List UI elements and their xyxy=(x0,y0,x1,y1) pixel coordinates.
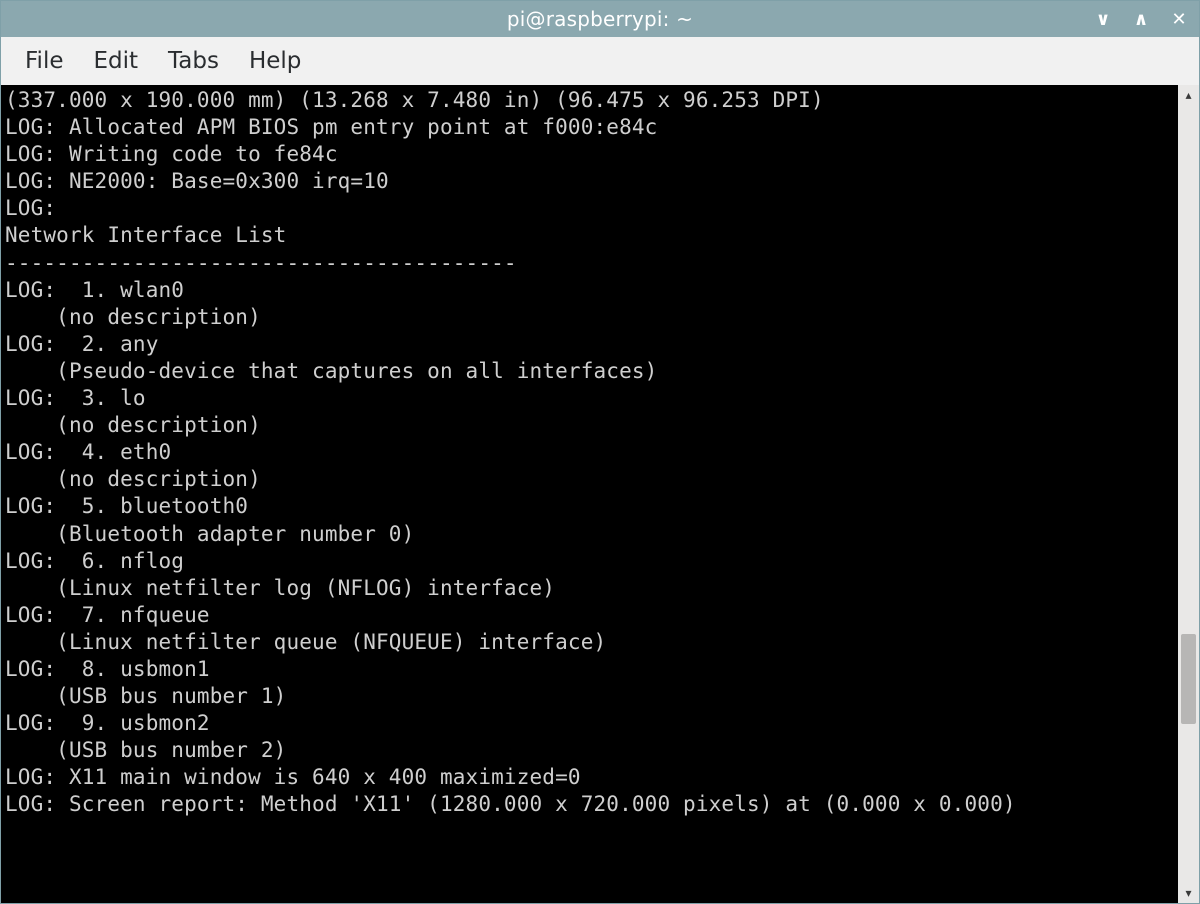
menu-tabs[interactable]: Tabs xyxy=(156,44,231,78)
window-controls: ∨ ∧ ✕ xyxy=(1093,1,1189,37)
menu-bar: File Edit Tabs Help xyxy=(1,37,1199,85)
scrollbar[interactable]: ▴ ▾ xyxy=(1178,85,1199,903)
menu-help[interactable]: Help xyxy=(237,44,313,78)
scroll-track[interactable] xyxy=(1178,105,1199,883)
window-titlebar[interactable]: pi@raspberrypi: ~ ∨ ∧ ✕ xyxy=(1,1,1199,37)
close-button[interactable]: ✕ xyxy=(1169,9,1189,30)
scroll-down-icon[interactable]: ▾ xyxy=(1178,883,1199,903)
scroll-thumb[interactable] xyxy=(1181,634,1196,724)
maximize-button[interactable]: ∧ xyxy=(1131,9,1151,30)
minimize-button[interactable]: ∨ xyxy=(1093,9,1113,30)
terminal-window: pi@raspberrypi: ~ ∨ ∧ ✕ File Edit Tabs H… xyxy=(0,0,1200,904)
scroll-up-icon[interactable]: ▴ xyxy=(1178,85,1199,105)
terminal-area: (337.000 x 190.000 mm) (13.268 x 7.480 i… xyxy=(1,85,1199,903)
menu-edit[interactable]: Edit xyxy=(82,44,151,78)
window-title: pi@raspberrypi: ~ xyxy=(507,7,693,31)
menu-file[interactable]: File xyxy=(13,44,76,78)
terminal-output[interactable]: (337.000 x 190.000 mm) (13.268 x 7.480 i… xyxy=(1,85,1178,903)
